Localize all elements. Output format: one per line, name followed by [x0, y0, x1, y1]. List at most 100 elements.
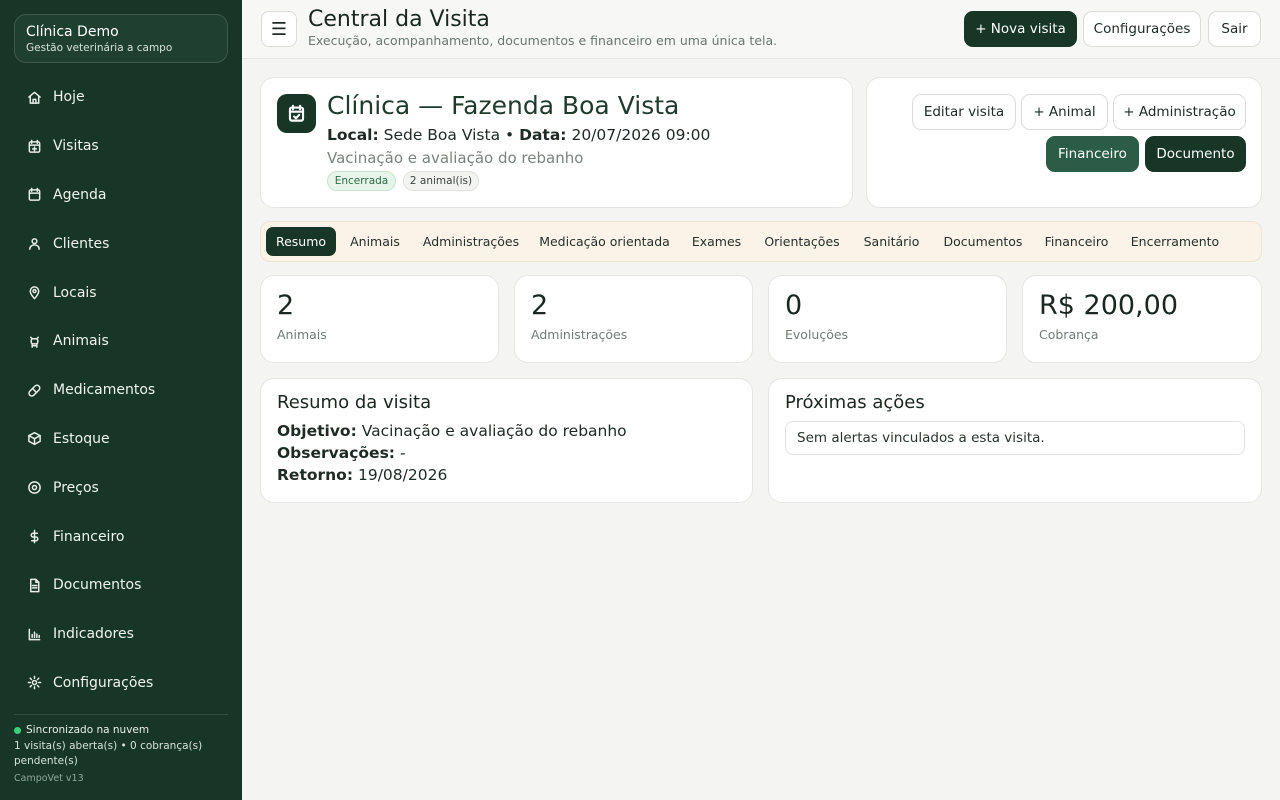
brand-name: Clínica Demo: [26, 24, 119, 40]
sidebar-nav: Hoje Visitas Agenda Clientes Locais Anim…: [14, 73, 228, 707]
brand-card[interactable]: Clínica Demo Gestão veterinária a campo: [14, 14, 228, 63]
stat-value: 0: [785, 290, 803, 321]
objective-label: Objetivo:: [277, 422, 357, 440]
sidebar-item-hoje[interactable]: Hoje: [14, 73, 228, 122]
tab-administracoes[interactable]: Administrações: [415, 227, 527, 256]
sidebar-item-label: Configurações: [53, 674, 154, 691]
sidebar-item-indicadores[interactable]: Indicadores: [14, 610, 228, 659]
sidebar-item-precos[interactable]: Preços: [14, 463, 228, 512]
visit-tabs: Resumo Animais Administrações Medicação …: [260, 221, 1262, 262]
tab-encerramento[interactable]: Encerramento: [1123, 227, 1227, 256]
stat-label: Administrações: [531, 327, 628, 342]
sidebar-item-locais[interactable]: Locais: [14, 268, 228, 317]
tag-icon: [26, 480, 42, 496]
add-administration-button[interactable]: + Administração: [1113, 94, 1246, 130]
sidebar-divider: [14, 714, 228, 715]
tab-medicacao-orientada[interactable]: Medicação orientada: [533, 227, 676, 256]
sidebar-item-label: Locais: [53, 284, 97, 301]
local-label: Local:: [327, 126, 379, 144]
local-value: Sede Boa Vista: [383, 126, 501, 144]
tab-orientacoes[interactable]: Orientações: [757, 227, 847, 256]
visit-meta: Local: Sede Boa Vista • Data: 20/07/2026…: [327, 126, 710, 144]
objective-row: Objetivo: Vacinação e avaliação do reban…: [277, 422, 627, 440]
notes-label: Observações:: [277, 444, 395, 462]
sidebar-item-animais[interactable]: Animais: [14, 317, 228, 366]
top-header: ☰ Central da Visita Execução, acompanham…: [242, 0, 1280, 59]
new-visit-button[interactable]: + Nova visita: [964, 11, 1077, 47]
stat-value: 2: [277, 290, 295, 321]
bar-chart-icon: [26, 626, 42, 642]
sidebar-item-label: Preços: [53, 479, 99, 496]
tab-animais[interactable]: Animais: [341, 227, 409, 256]
sidebar-item-medicamentos[interactable]: Medicamentos: [14, 366, 228, 415]
sidebar-item-label: Indicadores: [53, 626, 134, 643]
tab-resumo[interactable]: Resumo: [266, 227, 336, 256]
meta-separator: •: [505, 126, 515, 144]
sidebar-item-documentos[interactable]: Documentos: [14, 561, 228, 610]
stat-card-cobranca: R$ 200,00 Cobrança: [1022, 275, 1262, 363]
stat-card-evolucoes: 0 Evoluções: [768, 275, 1007, 363]
tab-financeiro[interactable]: Financeiro: [1036, 227, 1117, 256]
menu-toggle-button[interactable]: ☰: [261, 11, 297, 47]
dollar-icon: [26, 529, 42, 545]
visit-summary-card: Resumo da visita Objetivo: Vacinação e a…: [260, 378, 753, 503]
stat-label: Cobrança: [1039, 327, 1099, 342]
logout-button[interactable]: Sair: [1208, 11, 1261, 47]
app-version: CampoVet v13: [14, 772, 84, 784]
gear-icon: [26, 675, 42, 691]
sidebar-item-label: Hoje: [53, 89, 85, 106]
add-animal-button[interactable]: + Animal: [1021, 94, 1108, 130]
sidebar-item-label: Clientes: [53, 235, 110, 252]
settings-button[interactable]: Configurações: [1083, 11, 1201, 47]
edit-visit-button[interactable]: Editar visita: [912, 94, 1016, 130]
status-badge: Encerrada: [327, 171, 396, 191]
sidebar-item-configuracoes[interactable]: Configurações: [14, 659, 228, 708]
sidebar-item-label: Animais: [53, 333, 109, 350]
visit-description: Vacinação e avaliação do rebanho: [327, 149, 584, 167]
sidebar-item-agenda[interactable]: Agenda: [14, 171, 228, 220]
return-label: Retorno:: [277, 466, 354, 484]
page-subtitle: Execução, acompanhamento, documentos e f…: [308, 33, 778, 48]
map-pin-icon: [26, 285, 42, 301]
alerts-empty-message: Sem alertas vinculados a esta visita.: [785, 421, 1245, 455]
visit-actions-card: Editar visita + Animal + Administração F…: [866, 77, 1262, 208]
pill-icon: [26, 382, 42, 398]
box-icon: [26, 431, 42, 447]
animal-count-badge: 2 animal(is): [403, 171, 479, 191]
financial-button[interactable]: Financeiro: [1046, 136, 1139, 172]
sidebar-item-estoque[interactable]: Estoque: [14, 415, 228, 464]
next-actions-card: Próximas ações Sem alertas vinculados a …: [768, 378, 1262, 503]
notes-value: -: [399, 444, 406, 462]
sync-panel: Sincronizado na nuvem 1 visita(s) aberta…: [14, 723, 228, 786]
tab-exames[interactable]: Exames: [682, 227, 751, 256]
sidebar-item-label: Agenda: [53, 186, 107, 203]
sync-summary: 1 visita(s) aberta(s) • 0 cobrança(s) pe…: [14, 739, 203, 768]
return-row: Retorno: 19/08/2026: [277, 466, 447, 484]
sidebar-item-label: Medicamentos: [53, 382, 156, 399]
date-value: 20/07/2026 09:00: [571, 126, 711, 144]
sidebar-item-visitas[interactable]: Visitas: [14, 122, 228, 171]
return-value: 19/08/2026: [357, 466, 448, 484]
visit-title: Clínica — Fazenda Boa Vista: [327, 91, 680, 120]
tab-sanitario[interactable]: Sanitário: [853, 227, 930, 256]
brand-subtitle: Gestão veterinária a campo: [26, 42, 173, 54]
notes-row: Observações: -: [277, 444, 406, 462]
section-title: Resumo da visita: [277, 392, 432, 413]
sidebar-item-financeiro[interactable]: Financeiro: [14, 512, 228, 561]
calendar-icon: [26, 187, 42, 203]
tab-documentos[interactable]: Documentos: [936, 227, 1030, 256]
page-title: Central da Visita: [308, 7, 490, 32]
section-title: Próximas ações: [785, 392, 925, 413]
calendar-check-icon: [277, 94, 316, 133]
sidebar-item-clientes[interactable]: Clientes: [14, 219, 228, 268]
document-icon: [26, 577, 42, 593]
document-button[interactable]: Documento: [1145, 136, 1246, 172]
calendar-plus-icon: [26, 138, 42, 154]
stat-card-animais: 2 Animais: [260, 275, 499, 363]
sidebar-item-label: Financeiro: [53, 528, 125, 545]
sidebar-item-label: Estoque: [53, 430, 110, 447]
sync-status: Sincronizado na nuvem: [14, 723, 228, 739]
home-icon: [26, 89, 42, 105]
sync-status-dot: [14, 727, 21, 735]
stat-card-administracoes: 2 Administrações: [514, 275, 753, 363]
